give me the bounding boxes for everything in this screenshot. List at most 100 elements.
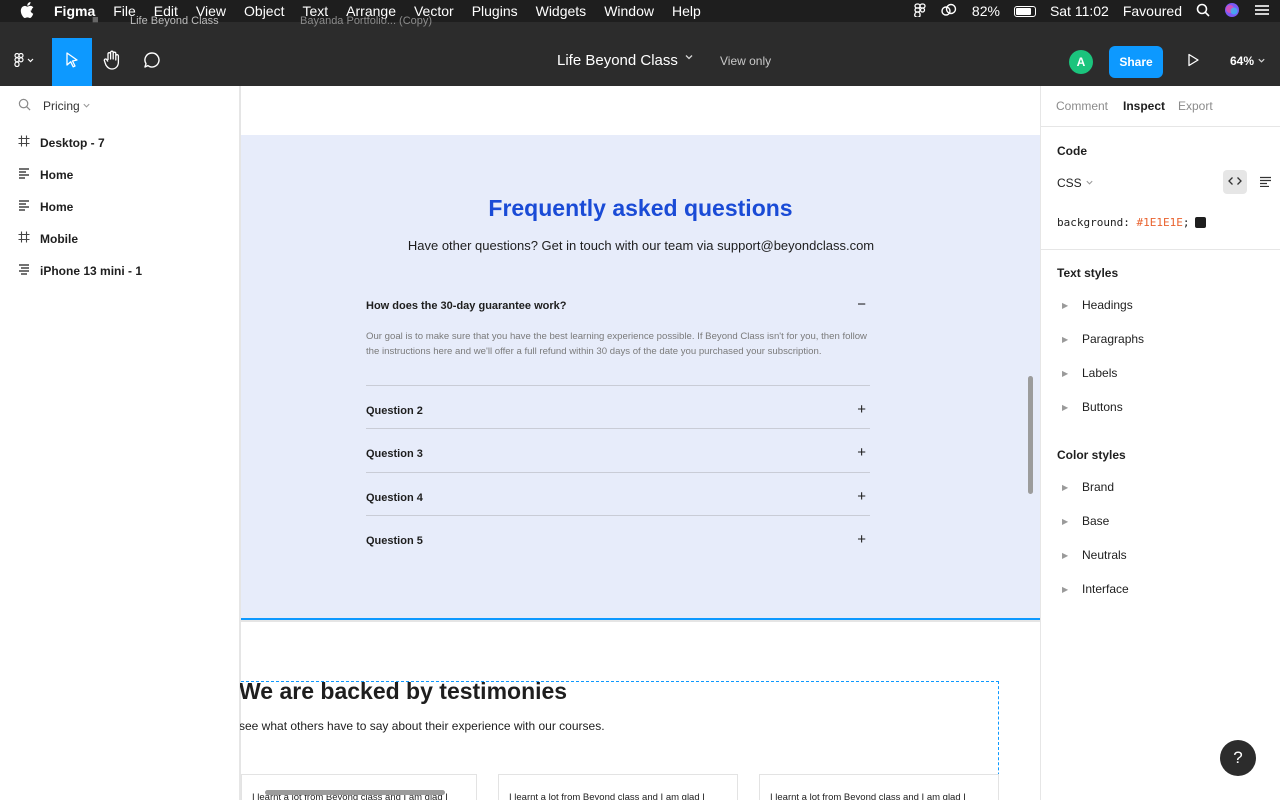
list-view-toggle[interactable]: [1253, 170, 1277, 194]
layer-label: iPhone 13 mini - 1: [40, 263, 143, 278]
present-button[interactable]: [1180, 38, 1206, 86]
faq-item[interactable]: Question 5 +: [366, 516, 870, 560]
caret-right-icon: ▶: [1062, 368, 1069, 378]
hand-tool-button[interactable]: [92, 38, 132, 86]
code-icon: [1228, 176, 1242, 189]
search-icon[interactable]: [1196, 3, 1210, 20]
frame-top-strip: [241, 86, 1040, 135]
layer-home[interactable]: Home: [18, 167, 73, 182]
testimonials-section[interactable]: We are backed by testimonies see what ot…: [240, 622, 1040, 800]
menu-widgets[interactable]: Widgets: [536, 0, 587, 22]
chevron-down-icon: [82, 99, 91, 113]
faq-answer: Our goal is to make sure that you have t…: [366, 331, 867, 357]
tab-export[interactable]: Export: [1178, 99, 1213, 113]
faq-section[interactable]: Frequently asked questions Have other qu…: [241, 135, 1040, 620]
faq-question: Question 3: [366, 448, 423, 460]
code-value: #1E1E1E: [1136, 216, 1183, 229]
style-label: Interface: [1082, 582, 1129, 596]
faq-subtitle: Have other questions? Get in touch with …: [407, 238, 875, 253]
style-label: Brand: [1082, 480, 1115, 494]
file-tab[interactable]: Bayanda Portfolio... (Copy): [300, 15, 432, 31]
menu-object[interactable]: Object: [244, 0, 284, 22]
color-styles-title: Color styles: [1057, 448, 1126, 462]
faq-item[interactable]: Question 4 +: [366, 473, 870, 516]
layer-mobile[interactable]: Mobile: [18, 231, 78, 246]
color-style-brand[interactable]: ▶ Brand: [1057, 480, 1114, 494]
style-label: Paragraphs: [1082, 332, 1145, 346]
apple-icon[interactable]: [20, 2, 34, 23]
move-tool-button[interactable]: [52, 38, 92, 86]
chevron-down-icon[interactable]: [684, 52, 694, 65]
layer-label: Home: [40, 167, 74, 182]
color-style-interface[interactable]: ▶ Interface: [1057, 582, 1129, 596]
text-icon: [18, 199, 40, 214]
main-menu-button[interactable]: [4, 38, 46, 86]
style-buttons[interactable]: ▶ Buttons: [1057, 400, 1123, 414]
caret-right-icon: ▶: [1062, 516, 1069, 526]
language-select[interactable]: CSS: [1057, 176, 1094, 190]
code-section-title: Code: [1057, 144, 1087, 158]
document-title[interactable]: Life Beyond Class: [557, 52, 678, 69]
code-view-toggle[interactable]: [1223, 170, 1247, 194]
horizontal-scrollbar[interactable]: [265, 790, 445, 795]
layers-panel: Pricing Desktop - 7 Home Home Mobile iPh…: [0, 86, 240, 800]
tab-label: Bayanda Portfolio... (Copy): [300, 15, 433, 27]
avatar[interactable]: A: [1069, 50, 1093, 74]
design-canvas[interactable]: Frequently asked questions Have other qu…: [240, 86, 1040, 800]
user-name[interactable]: Favoured: [1123, 3, 1182, 19]
style-labels[interactable]: ▶ Labels: [1057, 366, 1117, 380]
testimonial-text: I learnt a lot from Beyond class and I a…: [509, 792, 705, 800]
frame-icon: [18, 231, 40, 246]
battery-icon[interactable]: [1013, 5, 1036, 17]
chevron-down-icon: [1257, 54, 1266, 68]
control-center-icon[interactable]: [1254, 3, 1270, 19]
plus-icon[interactable]: +: [857, 402, 866, 417]
faq-question: Question 2: [366, 405, 423, 417]
file-tab-active[interactable]: Life Beyond Class: [130, 15, 219, 31]
menu-figma[interactable]: Figma: [54, 0, 95, 22]
css-code-line[interactable]: background: #1E1E1E;: [1057, 216, 1207, 229]
layer-iphone-13-mini[interactable]: iPhone 13 mini - 1: [18, 263, 142, 278]
zoom-level[interactable]: 64%: [1230, 54, 1266, 68]
tab-inspect[interactable]: Inspect: [1123, 99, 1165, 113]
layer-label: Home: [40, 199, 74, 214]
minus-icon[interactable]: −: [857, 297, 866, 312]
search-icon[interactable]: [18, 98, 31, 114]
testimonial-card[interactable]: I learnt a lot from Beyond class and I a…: [241, 774, 477, 800]
clock[interactable]: Sat 11:02: [1050, 3, 1109, 19]
faq-item[interactable]: Question 2 +: [366, 386, 870, 429]
help-button[interactable]: ?: [1220, 740, 1256, 776]
share-button[interactable]: Share: [1109, 46, 1163, 78]
style-paragraphs[interactable]: ▶ Paragraphs: [1057, 332, 1144, 346]
color-style-base[interactable]: ▶ Base: [1057, 514, 1109, 528]
vertical-scrollbar[interactable]: [1028, 376, 1033, 494]
layer-home[interactable]: Home: [18, 199, 73, 214]
faq-item[interactable]: Question 3 +: [366, 429, 870, 473]
menu-plugins[interactable]: Plugins: [472, 0, 518, 22]
plus-icon[interactable]: +: [857, 489, 866, 504]
tab-comment[interactable]: Comment: [1056, 99, 1108, 113]
plus-icon[interactable]: +: [857, 532, 866, 547]
figma-status-icon[interactable]: [913, 2, 926, 20]
page-selector[interactable]: Pricing: [18, 98, 91, 114]
faq-item[interactable]: How does the 30-day guarantee work? − Ou…: [366, 285, 870, 386]
menu-window[interactable]: Window: [604, 0, 654, 22]
style-label: Labels: [1082, 366, 1118, 380]
plus-icon[interactable]: +: [857, 445, 866, 460]
comment-tool-button[interactable]: [132, 38, 172, 86]
color-style-neutrals[interactable]: ▶ Neutrals: [1057, 548, 1127, 562]
faq-question: Question 4: [366, 492, 423, 504]
home-tab-icon[interactable]: ■: [92, 14, 106, 30]
style-headings[interactable]: ▶ Headings: [1057, 298, 1133, 312]
testimonial-card[interactable]: I learnt a lot from Beyond class and I a…: [759, 774, 999, 800]
page-name: Pricing: [43, 99, 80, 113]
testimonial-card[interactable]: I learnt a lot from Beyond class and I a…: [498, 774, 738, 800]
layer-desktop-7[interactable]: Desktop - 7: [18, 135, 105, 150]
menu-help[interactable]: Help: [672, 0, 701, 22]
siri-icon[interactable]: [1224, 2, 1240, 21]
layer-label: Mobile: [40, 231, 78, 246]
code-suffix: ;: [1182, 216, 1190, 229]
tab-label: Life Beyond Class: [130, 15, 219, 27]
creative-cloud-icon[interactable]: [940, 3, 958, 20]
code-property: background:: [1057, 216, 1130, 229]
